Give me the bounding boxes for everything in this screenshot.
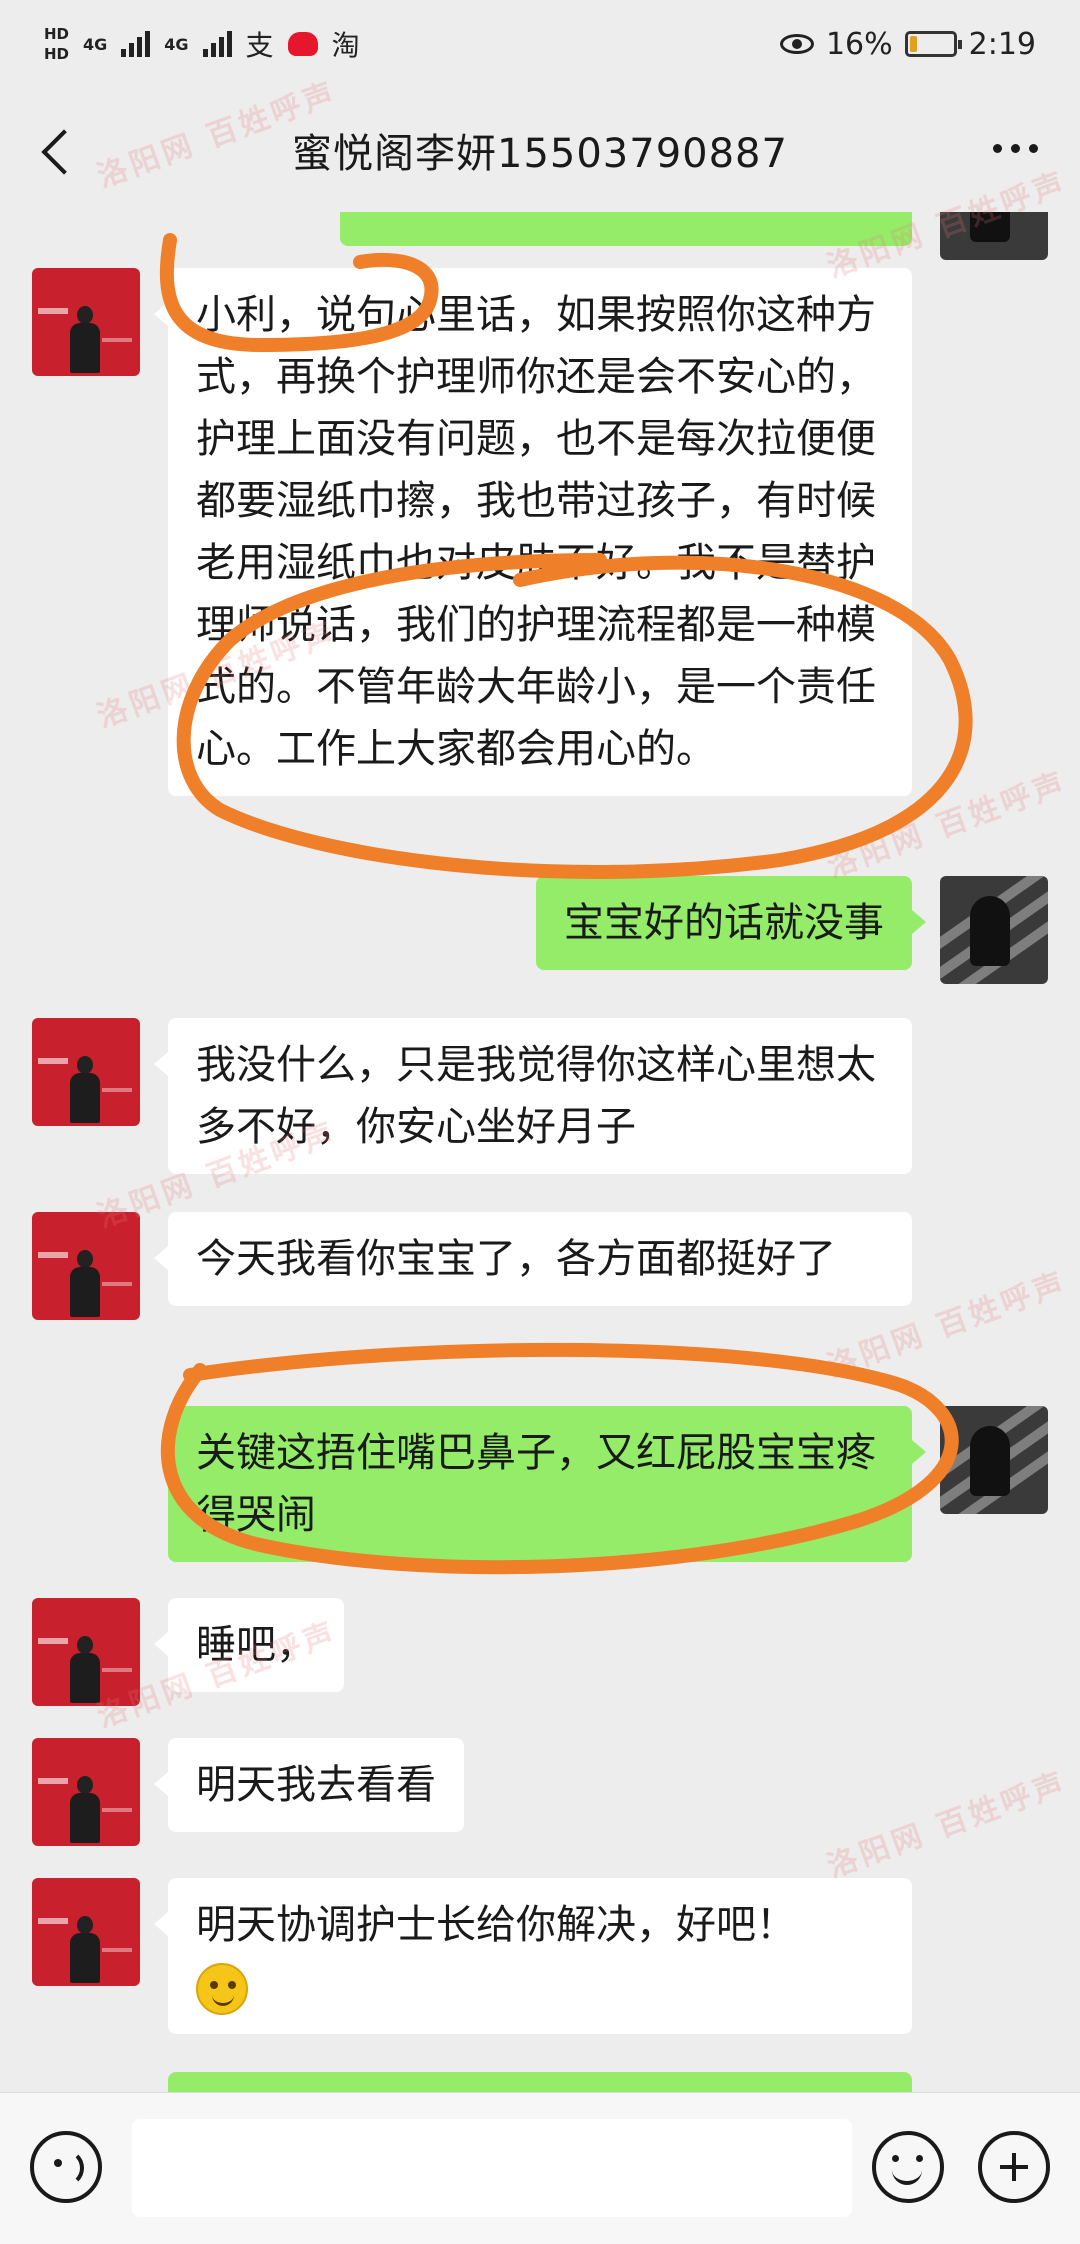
battery-percent: 16% [825, 26, 893, 62]
signal-2-icon [202, 31, 232, 57]
smile-emoji-icon [196, 1963, 248, 2015]
status-left: HD HD 4G 4G 支 淘 [44, 24, 780, 64]
battery-icon [904, 31, 962, 57]
back-chevron-icon[interactable] [30, 116, 90, 184]
self-avatar-partial [940, 212, 1048, 260]
chat-title: 蜜悦阁李妍15503790887 [292, 131, 788, 177]
incoming-message[interactable]: 明天协调护士长给你解决，好吧！ [154, 1878, 912, 2034]
contact-avatar[interactable] [32, 1018, 140, 1126]
taobao-icon: 淘 [331, 29, 360, 62]
hd1-label: HD [44, 25, 70, 43]
hd2-label: HD [44, 45, 70, 63]
incoming-message[interactable]: 今天我看你宝宝了，各方面都挺好了 [154, 1212, 912, 1306]
self-avatar[interactable] [940, 1406, 1048, 1514]
weibo-icon [287, 32, 318, 56]
signal-1-icon [121, 31, 151, 57]
contact-avatar[interactable] [32, 1212, 140, 1320]
partial-outgoing-bubble [340, 212, 912, 246]
contact-avatar[interactable] [32, 268, 140, 376]
hd-indicator: HD HD [44, 24, 69, 64]
clock: 2:19 [968, 26, 1036, 62]
message-text: 明天协调护士长给你解决，好吧！ [196, 1902, 796, 1948]
chat-header: 蜜悦阁李妍15503790887 [0, 88, 1080, 212]
incoming-message[interactable]: 睡吧， [154, 1598, 344, 1692]
input-bar [0, 2092, 1080, 2244]
incoming-message[interactable]: 小利，说句心里话，如果按照你这种方式，再换个护理师你还是会不安心的，护理上面没有… [154, 268, 912, 796]
incoming-message[interactable]: 我没什么，只是我觉得你这样心里想太多不好，你安心坐好月子 [154, 1018, 912, 1174]
partial-outgoing-bubble [168, 2072, 912, 2092]
voice-input-icon[interactable] [30, 2131, 102, 2203]
contact-avatar[interactable] [32, 1598, 140, 1706]
emoji-icon[interactable] [872, 2131, 944, 2203]
network-2-label: 4G [164, 34, 189, 54]
message-list[interactable]: 小利，说句心里话，如果按照你这种方式，再换个护理师你还是会不安心的，护理上面没有… [0, 212, 1080, 2092]
message-input[interactable] [132, 2119, 852, 2217]
contact-avatar[interactable] [32, 1878, 140, 1986]
alipay-icon: 支 [245, 29, 274, 62]
contact-avatar[interactable] [32, 1738, 140, 1846]
status-right: 16% 2:19 [779, 26, 1036, 62]
outgoing-message[interactable]: 宝宝好的话就没事 [536, 876, 926, 970]
self-avatar[interactable] [940, 876, 1048, 984]
more-options-icon[interactable] [980, 118, 1050, 178]
eye-comfort-icon [779, 34, 814, 54]
outgoing-message[interactable]: 关键这捂住嘴巴鼻子，又红屁股宝宝疼得哭闹 [168, 1406, 926, 1562]
network-1-label: 4G [83, 34, 108, 54]
add-more-icon[interactable] [978, 2131, 1050, 2203]
incoming-message[interactable]: 明天我去看看 [154, 1738, 464, 1832]
status-bar: HD HD 4G 4G 支 淘 16% 2:19 [0, 0, 1080, 88]
